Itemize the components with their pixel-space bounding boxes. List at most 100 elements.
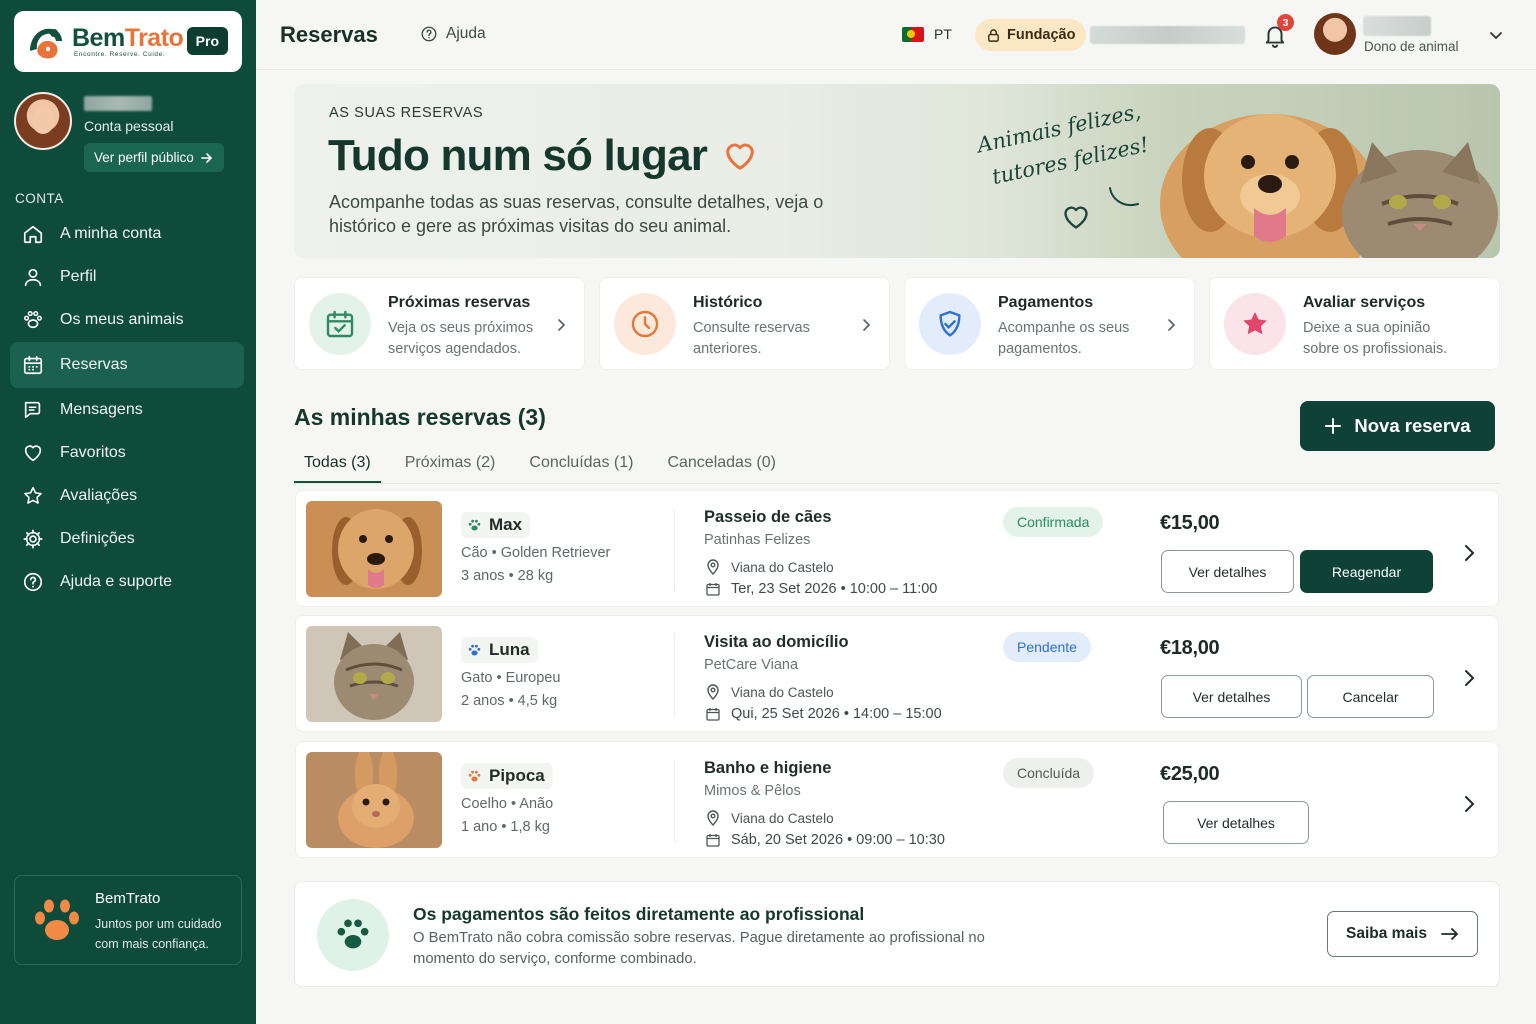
chevron-right-icon[interactable] bbox=[1460, 793, 1478, 815]
help-link[interactable]: Ajuda bbox=[420, 25, 486, 43]
feature-card-proximas[interactable]: Próximas reservas Veja os seus próximos … bbox=[294, 277, 585, 370]
new-reservation-button[interactable]: Nova reserva bbox=[1300, 401, 1495, 451]
user-icon bbox=[24, 268, 42, 287]
reservation-row[interactable]: Max Cão • Golden Retriever 3 anos • 28 k… bbox=[295, 490, 1499, 607]
details-button[interactable]: Ver detalhes bbox=[1161, 675, 1302, 718]
cancel-button[interactable]: Cancelar bbox=[1307, 675, 1434, 718]
service-location: Viana do Castelo bbox=[706, 810, 834, 826]
sidebar-item-label: Mensagens bbox=[60, 401, 143, 418]
divider bbox=[674, 509, 675, 591]
divider bbox=[674, 760, 675, 842]
language-selector[interactable]: PT bbox=[902, 26, 952, 42]
sidebar-item-label: A minha conta bbox=[60, 225, 162, 242]
sidebar-item-minha-conta[interactable]: A minha conta bbox=[10, 212, 244, 256]
sidebar-item-label: Reservas bbox=[60, 356, 128, 373]
logo-wordmark: BemTrato bbox=[72, 24, 184, 52]
hero-subtitle: Acompanhe todas as suas reservas, consul… bbox=[329, 192, 824, 236]
calendar-icon bbox=[706, 583, 720, 596]
calendar-icon bbox=[23, 355, 43, 375]
provider-name: Mimos & Pêlos bbox=[704, 783, 801, 799]
sidebar-item-avaliacoes[interactable]: Avaliações bbox=[10, 474, 244, 518]
tab-todas[interactable]: Todas (3) bbox=[294, 446, 381, 484]
chevron-right-icon[interactable] bbox=[1460, 542, 1478, 564]
sidebar-item-mensagens[interactable]: Mensagens bbox=[10, 388, 244, 432]
redacted-user-name bbox=[84, 96, 152, 111]
pet-species-breed: Gato • Europeu bbox=[461, 670, 561, 686]
clock-icon bbox=[631, 310, 659, 338]
heart-icon bbox=[24, 445, 42, 462]
location-pin-icon bbox=[707, 559, 719, 575]
feature-icon-wrap bbox=[309, 293, 371, 355]
home-icon bbox=[23, 225, 43, 244]
pet-species-breed: Cão • Golden Retriever bbox=[461, 545, 611, 561]
reschedule-button[interactable]: Reagendar bbox=[1300, 550, 1433, 593]
info-title: Os pagamentos são feitos diretamente ao … bbox=[413, 904, 865, 924]
tab-concluidas[interactable]: Concluídas (1) bbox=[519, 446, 643, 484]
service-datetime: Sáb, 20 Set 2026 • 09:00 – 10:30 bbox=[706, 832, 945, 848]
sidebar-item-animais[interactable]: Os meus animais bbox=[10, 298, 244, 342]
logo-icon bbox=[26, 21, 68, 63]
feature-icon-wrap bbox=[1224, 293, 1286, 355]
portugal-flag-icon bbox=[902, 26, 924, 42]
sidebar-item-definicoes[interactable]: Definições bbox=[10, 517, 244, 561]
feature-card-pagamentos[interactable]: Pagamentos Acompanhe os seus pagamentos. bbox=[904, 277, 1195, 370]
organization-badge[interactable]: Fundação bbox=[975, 19, 1087, 51]
chevron-right-icon bbox=[558, 319, 566, 331]
hero-title: Tudo num só lugar bbox=[328, 131, 757, 181]
reservation-row[interactable]: Pipoca Coelho • Anão 1 ano • 1,8 kg Banh… bbox=[295, 741, 1499, 858]
feature-card-avaliar[interactable]: Avaliar serviços Deixe a sua opinião sob… bbox=[1209, 277, 1500, 370]
notification-count-badge: 3 bbox=[1277, 14, 1294, 31]
pet-photo-dog bbox=[306, 501, 442, 597]
info-text: O BemTrato não cobra comissão sobre rese… bbox=[413, 930, 985, 967]
pet-photo-rabbit bbox=[306, 752, 442, 848]
public-profile-button[interactable]: Ver perfil público bbox=[84, 143, 224, 172]
feature-cards: Próximas reservas Veja os seus próximos … bbox=[294, 277, 1500, 370]
hero-banner: AS SUAS RESERVAS Tudo num só lugar Acomp… bbox=[294, 84, 1500, 258]
pro-badge: Pro bbox=[186, 27, 228, 55]
heart-icon bbox=[726, 143, 754, 170]
divider bbox=[674, 634, 675, 716]
feature-desc: Deixe a sua opinião sobre os profissiona… bbox=[1303, 320, 1448, 357]
details-button[interactable]: Ver detalhes bbox=[1163, 801, 1309, 844]
location-pin-icon bbox=[707, 684, 719, 700]
help-icon bbox=[421, 26, 437, 42]
pet-age-weight: 3 anos • 28 kg bbox=[461, 568, 554, 584]
price: €15,00 bbox=[1160, 512, 1220, 534]
chevron-down-icon[interactable] bbox=[1488, 27, 1504, 43]
sidebar-item-ajuda[interactable]: Ajuda e suporte bbox=[10, 560, 244, 604]
tabs-divider bbox=[294, 483, 1500, 484]
sidebar-item-favoritos[interactable]: Favoritos bbox=[10, 431, 244, 475]
paw-icon bbox=[468, 770, 481, 781]
avatar[interactable] bbox=[14, 92, 72, 150]
redacted-user-name bbox=[1363, 16, 1431, 36]
account-type-label: Conta pessoal bbox=[84, 118, 174, 134]
feature-title: Pagamentos bbox=[998, 294, 1094, 311]
avatar[interactable] bbox=[1314, 13, 1356, 55]
calendar-check-icon bbox=[326, 310, 354, 338]
pet-age-weight: 2 anos • 4,5 kg bbox=[461, 693, 558, 709]
chevron-right-icon[interactable] bbox=[1460, 667, 1478, 689]
tab-canceladas[interactable]: Canceladas (0) bbox=[657, 446, 786, 484]
feature-desc: Acompanhe os seus pagamentos. bbox=[998, 320, 1130, 357]
status-badge: Pendente bbox=[1003, 632, 1091, 662]
sidebar-item-perfil[interactable]: Perfil bbox=[10, 255, 244, 299]
sidebar-item-label: Avaliações bbox=[60, 487, 138, 504]
dog-and-cat-illustration bbox=[1160, 114, 1498, 258]
details-button[interactable]: Ver detalhes bbox=[1161, 550, 1294, 593]
star-icon bbox=[1243, 312, 1267, 335]
tab-proximas[interactable]: Próximas (2) bbox=[395, 446, 506, 484]
feature-card-historico[interactable]: Histórico Consulte reservas anteriores. bbox=[599, 277, 890, 370]
paw-icon bbox=[337, 919, 369, 949]
chat-icon bbox=[24, 401, 41, 419]
reservation-row[interactable]: Luna Gato • Europeu 2 anos • 4,5 kg Visi… bbox=[295, 615, 1499, 732]
logo[interactable]: BemTrato Encontre. Reserve. Cuide. Pro bbox=[14, 11, 242, 72]
learn-more-button[interactable]: Saiba mais bbox=[1327, 911, 1478, 957]
sidebar-item-label: Ajuda e suporte bbox=[60, 573, 173, 590]
provider-name: PetCare Viana bbox=[704, 657, 799, 673]
sidebar-profile: Conta pessoal Ver perfil público bbox=[14, 92, 244, 182]
gear-icon bbox=[23, 529, 43, 549]
status-badge: Confirmada bbox=[1003, 507, 1104, 537]
service-datetime: Ter, 23 Set 2026 • 10:00 – 11:00 bbox=[706, 581, 937, 597]
sidebar-item-reservas[interactable]: Reservas bbox=[10, 342, 244, 388]
service-name: Visita ao domicílio bbox=[704, 633, 849, 651]
